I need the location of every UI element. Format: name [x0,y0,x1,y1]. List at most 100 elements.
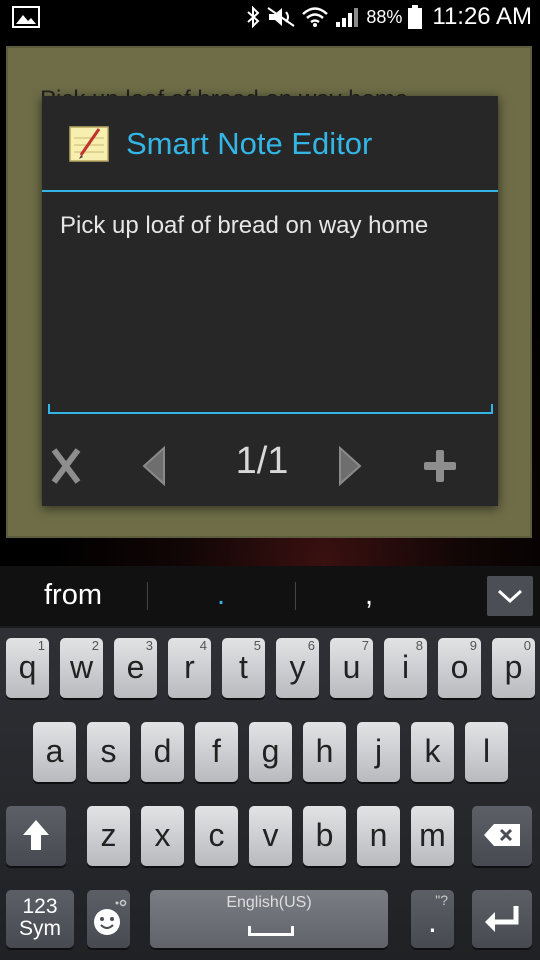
key-label: s [100,733,117,769]
next-arrow-icon [339,446,362,486]
note-pencil-icon [69,126,109,162]
key-x[interactable]: x [141,806,184,866]
period-key[interactable]: "? . [411,890,454,948]
key-hint: "? [435,892,448,908]
key-k[interactable]: k [411,722,454,782]
space-key-language: English(US) [226,894,312,911]
note-editor-dialog: Smart Note Editor Pick up loaf of bread … [42,96,498,506]
backspace-key[interactable] [472,806,532,866]
key-hint: 2 [91,638,99,653]
key-label: h [315,733,334,769]
key-e[interactable]: 3e [114,638,157,698]
close-icon [51,448,81,484]
key-label: j [374,733,383,769]
emoji-icon [93,899,126,935]
key-i[interactable]: 8i [384,638,427,698]
gallery-icon [12,6,40,28]
status-bar: 88% 11:26 AM [0,0,540,34]
key-g[interactable]: g [249,722,292,782]
key-label: b [315,817,334,853]
previous-arrow-icon [142,446,165,486]
key-hint: 6 [307,638,315,653]
wifi-icon [302,7,329,27]
suggestion-item[interactable]: from [0,566,146,626]
key-n[interactable]: n [357,806,400,866]
suggestion-bar: from . , [0,566,540,628]
enter-icon [485,906,519,932]
key-label: k [424,733,441,769]
chevron-down-icon [497,589,523,604]
key-label: l [482,733,491,769]
close-button[interactable] [42,442,90,490]
key-h[interactable]: h [303,722,346,782]
key-c[interactable]: c [195,806,238,866]
key-label: a [45,733,64,769]
key-y[interactable]: 6y [276,638,319,698]
space-bar-icon [248,926,294,936]
key-l[interactable]: l [465,722,508,782]
space-key[interactable]: English(US) [150,890,388,948]
key-m[interactable]: m [411,806,454,866]
dialog-title: Smart Note Editor [126,126,373,161]
key-label: f [212,733,221,769]
key-label: m [419,817,446,853]
backspace-icon [484,824,520,846]
key-hint: 3 [145,638,153,653]
shift-arrow-icon [23,820,49,850]
key-hint: 8 [415,638,423,653]
key-o[interactable]: 9o [438,638,481,698]
add-note-button[interactable] [416,442,464,490]
key-q[interactable]: 1q [6,638,49,698]
mute-icon [267,7,295,27]
emoji-key[interactable] [87,890,130,948]
signal-icon [336,8,359,27]
key-hint: 9 [469,638,477,653]
battery-icon [408,5,423,29]
battery-percent: 88% [366,6,403,27]
suggestion-item[interactable]: . [148,566,294,626]
key-w[interactable]: 2w [60,638,103,698]
collapse-suggestions-button[interactable] [487,576,533,616]
key-f[interactable]: f [195,722,238,782]
enter-key[interactable] [472,890,532,948]
note-text-field[interactable]: Pick up loaf of bread on way home [48,206,493,414]
key-label: d [153,733,172,769]
key-d[interactable]: d [141,722,184,782]
key-s[interactable]: s [87,722,130,782]
key-r[interactable]: 4r [168,638,211,698]
next-button[interactable] [326,442,374,490]
symbols-key[interactable]: 123 Sym [6,890,74,948]
note-text: Pick up loaf of bread on way home [60,212,429,239]
key-a[interactable]: a [33,722,76,782]
key-label: v [262,817,279,853]
key-p[interactable]: 0p [492,638,535,698]
key-j[interactable]: j [357,722,400,782]
key-label: g [261,733,280,769]
suggestion-item[interactable]: , [296,566,442,626]
bluetooth-icon [247,6,260,28]
key-label: z [100,817,117,853]
key-hint: 5 [253,638,261,653]
key-t[interactable]: 5t [222,638,265,698]
previous-button[interactable] [130,442,178,490]
dialog-header: Smart Note Editor [42,96,498,191]
key-hint: 4 [199,638,207,653]
key-label: x [154,817,171,853]
key-u[interactable]: 7u [330,638,373,698]
symbols-key-label-bottom: Sym [19,917,61,940]
key-v[interactable]: v [249,806,292,866]
page-indicator: 1/1 [235,440,289,482]
key-hint: 0 [523,638,531,653]
clock: 11:26 AM [432,3,532,30]
dialog-actions: 1/1 [42,426,498,506]
key-hint: 1 [37,638,45,653]
key-hint: 7 [361,638,369,653]
key-z[interactable]: z [87,806,130,866]
title-divider [42,190,498,192]
key-label: n [369,817,388,853]
keyboard: 1q 2w 3e 4r 5t 6y 7u 8i 9o 0p a s d f g … [0,628,540,960]
shift-key[interactable] [6,806,66,866]
key-b[interactable]: b [303,806,346,866]
add-icon [424,450,456,482]
symbols-key-label-top: 123 [22,895,58,918]
